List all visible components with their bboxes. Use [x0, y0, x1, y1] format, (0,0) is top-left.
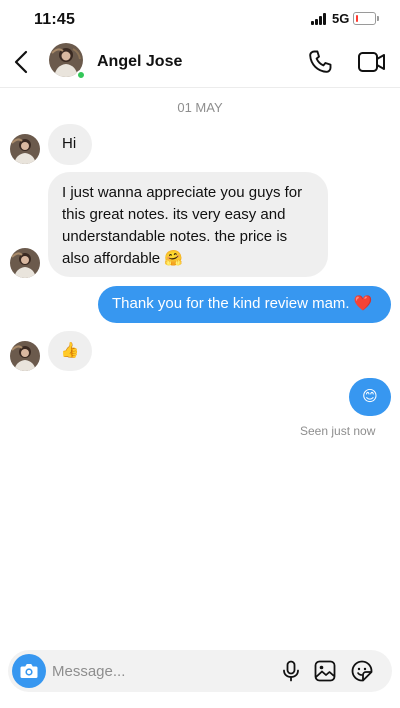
message-emoji: 😊 — [362, 388, 378, 405]
network-label: 5G — [332, 11, 350, 26]
online-indicator — [76, 70, 86, 80]
chevron-left-icon — [14, 50, 28, 74]
message-emoji: 👍 — [60, 342, 80, 359]
message-input[interactable] — [52, 650, 272, 692]
message-bubble-incoming[interactable]: I just wanna appreciate you guys for thi… — [48, 172, 328, 277]
video-camera-icon — [358, 52, 385, 72]
phone-icon — [309, 50, 332, 73]
sender-avatar[interactable] — [10, 341, 40, 371]
gallery-button[interactable] — [314, 660, 336, 682]
sender-avatar[interactable] — [10, 134, 40, 164]
status-bar: 11:45 5G — [0, 0, 400, 40]
message-composer — [8, 650, 392, 692]
sticker-button[interactable] — [351, 660, 373, 682]
image-icon — [314, 660, 336, 682]
voice-call-button[interactable] — [306, 48, 334, 76]
message-text: Hi — [62, 135, 77, 152]
message-bubble-outgoing[interactable]: 😊 — [349, 378, 391, 416]
status-time: 11:45 — [34, 11, 76, 28]
microphone-icon — [283, 660, 299, 682]
message-bubble-incoming[interactable]: Hi — [48, 124, 92, 165]
avatar-photo — [10, 248, 40, 278]
contact-name[interactable]: Angel Jose — [97, 53, 182, 71]
back-button[interactable] — [10, 48, 34, 76]
voice-message-button[interactable] — [280, 660, 302, 682]
message-bubble-outgoing[interactable]: Thank you for the kind review mam. ❤️ — [98, 286, 391, 323]
sticker-icon — [351, 660, 373, 682]
message-text-line: this great notes. its very easy and — [62, 206, 286, 223]
battery-icon — [353, 12, 379, 25]
message-text-line: also affordable 🤗 — [62, 250, 183, 267]
message-text-line: understandable notes. the price is — [62, 228, 288, 245]
video-call-button[interactable] — [357, 49, 387, 75]
message-bubble-incoming[interactable]: 👍 — [48, 331, 92, 371]
message-text-line: I just wanna appreciate you guys for — [62, 184, 303, 201]
sender-avatar[interactable] — [10, 248, 40, 278]
seen-status: Seen just now — [300, 424, 376, 438]
message-text: Thank you for the kind review mam. ❤️ — [112, 295, 373, 312]
camera-button[interactable] — [12, 654, 46, 688]
chat-header: Angel Jose — [0, 40, 400, 88]
avatar-photo — [10, 341, 40, 371]
date-divider: 01 MAY — [177, 100, 223, 115]
camera-icon — [20, 664, 38, 678]
signal-icon — [311, 13, 327, 25]
avatar-photo — [10, 134, 40, 164]
